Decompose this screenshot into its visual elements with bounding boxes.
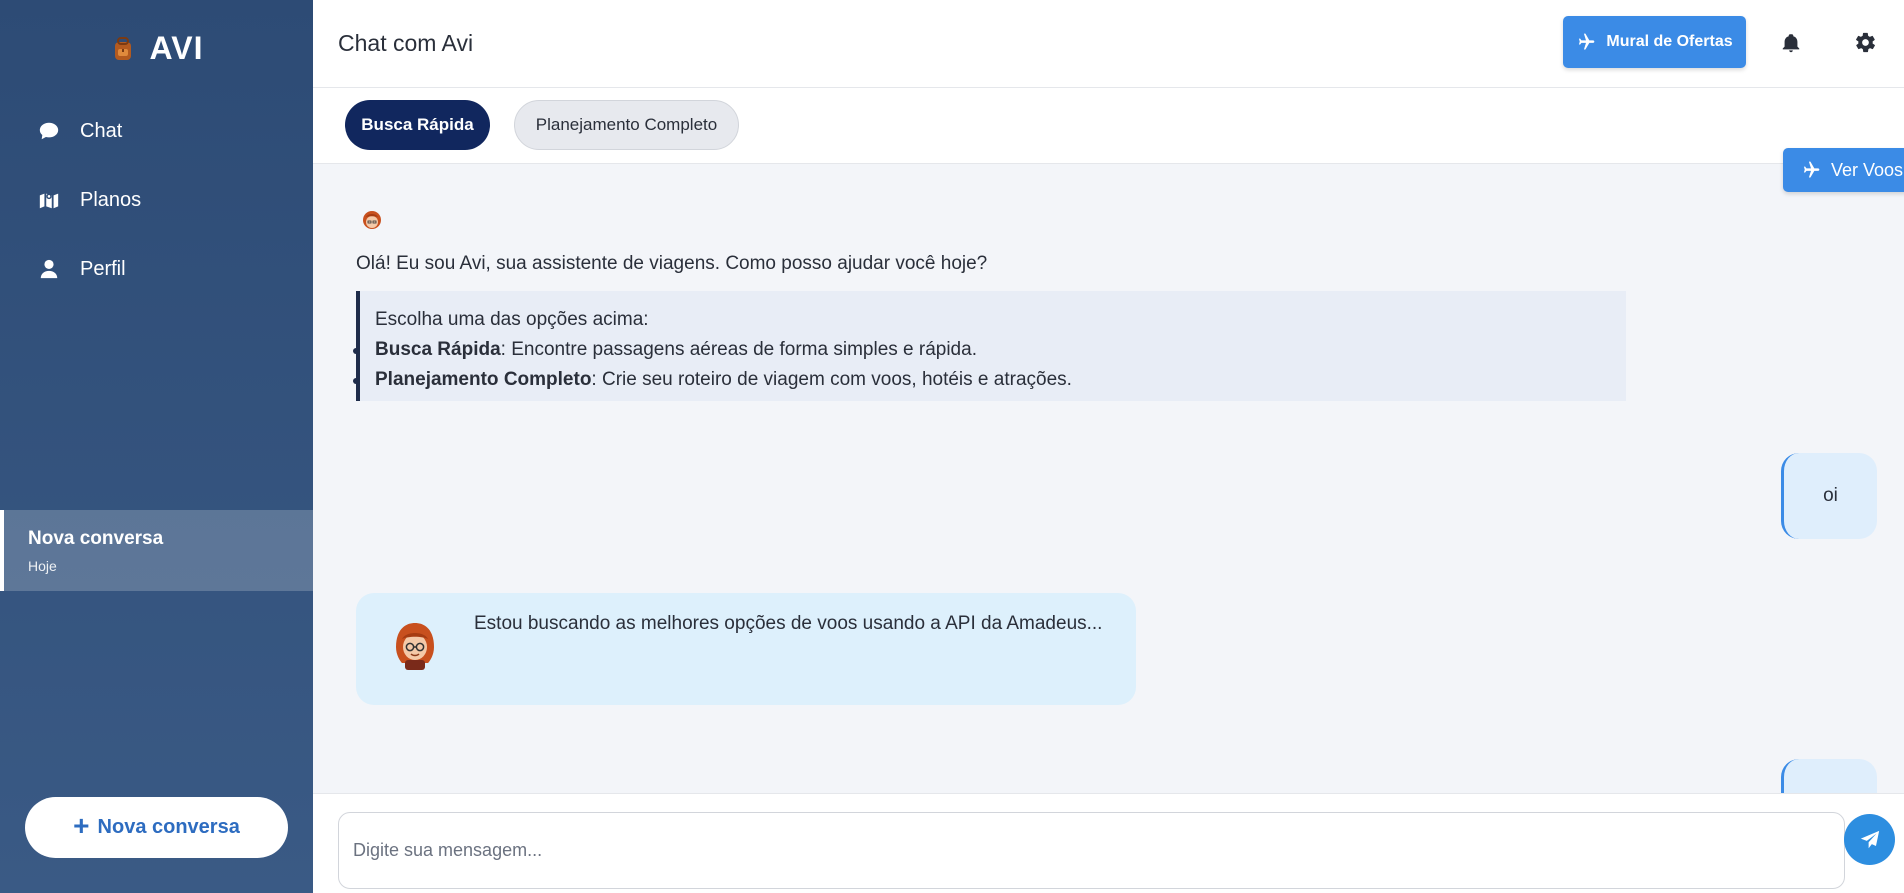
page-title: Chat com Avi [338,30,474,56]
sidebar-item-label: Perfil [80,257,126,280]
message-input[interactable] [338,812,1845,889]
user-message: oi [1781,453,1877,539]
bell-icon[interactable] [1780,31,1802,55]
backpack-logo-icon [114,36,131,60]
chat-messages[interactable]: Olá! Eu sou Avi, sua assistente de viage… [313,165,1904,793]
user-icon [40,259,58,279]
offers-board-button[interactable]: Mural de Ofertas [1563,16,1746,68]
view-flights-button[interactable]: Ver Voos [1783,148,1904,192]
user-message [1781,759,1877,793]
bot-greeting: Olá! Eu sou Avi, sua assistente de viage… [356,253,988,274]
plane-icon [1579,33,1595,50]
chat-bubble-icon [39,122,59,140]
map-location-icon [39,193,59,209]
mode-selector: Busca Rápida Planejamento Completo [313,88,1904,164]
paper-plane-icon [1860,830,1879,848]
input-bar [313,793,1904,893]
view-flights-label: Ver Voos [1831,159,1904,180]
sidebar-item-perfil[interactable]: Perfil [0,244,313,294]
new-conversation-button[interactable]: + Nova conversa [25,797,288,858]
plus-icon: + [73,810,90,841]
option-item: Busca Rápida: Encontre passagens aéreas … [353,335,1626,365]
sidebar-item-planos[interactable]: Planos [0,175,313,225]
plane-icon [1803,161,1820,178]
bot-message: Estou buscando as melhores opções de voo… [356,593,1136,705]
option-desc: : Encontre passagens aéreas de forma sim… [500,339,977,360]
option-desc: : Crie seu roteiro de viagem com voos, h… [591,369,1072,390]
conversation-date: Hoje [28,558,57,574]
bullet-icon [353,378,359,384]
conversation-title: Nova conversa [28,528,164,549]
bot-message-text: Estou buscando as melhores opções de voo… [474,613,1103,634]
options-box: Escolha uma das opções acima: Busca Rápi… [353,291,1626,401]
send-button[interactable] [1844,814,1895,865]
conversation-item[interactable]: Nova conversa Hoje [0,510,313,591]
avi-avatar-icon [363,211,381,229]
full-planning-tab[interactable]: Planejamento Completo [514,100,739,150]
option-item: Planejamento Completo: Crie seu roteiro … [353,365,1626,395]
avi-avatar-icon [396,623,434,670]
brand[interactable]: AVI [0,30,313,67]
bullet-icon [353,348,359,354]
options-intro: Escolha uma das opções acima: [375,309,649,330]
sidebar-item-label: Planos [80,188,142,211]
option-name: Busca Rápida [375,339,501,360]
header: Chat com Avi Mural de Ofertas [313,0,1904,88]
new-conversation-label: Nova conversa [97,816,240,838]
sidebar-item-chat[interactable]: Chat [0,106,313,156]
sidebar-nav: Chat Planos Perfil [0,106,313,313]
gear-icon[interactable] [1854,31,1877,54]
offers-board-label: Mural de Ofertas [1606,33,1733,50]
option-name: Planejamento Completo [375,369,592,390]
brand-name: AVI [149,30,204,66]
sidebar: AVI Chat Planos Perfil Nova conversa Hoj… [0,0,313,893]
sidebar-item-label: Chat [80,119,123,142]
user-message-text: oi [1823,485,1838,506]
quick-search-tab[interactable]: Busca Rápida [345,100,490,150]
